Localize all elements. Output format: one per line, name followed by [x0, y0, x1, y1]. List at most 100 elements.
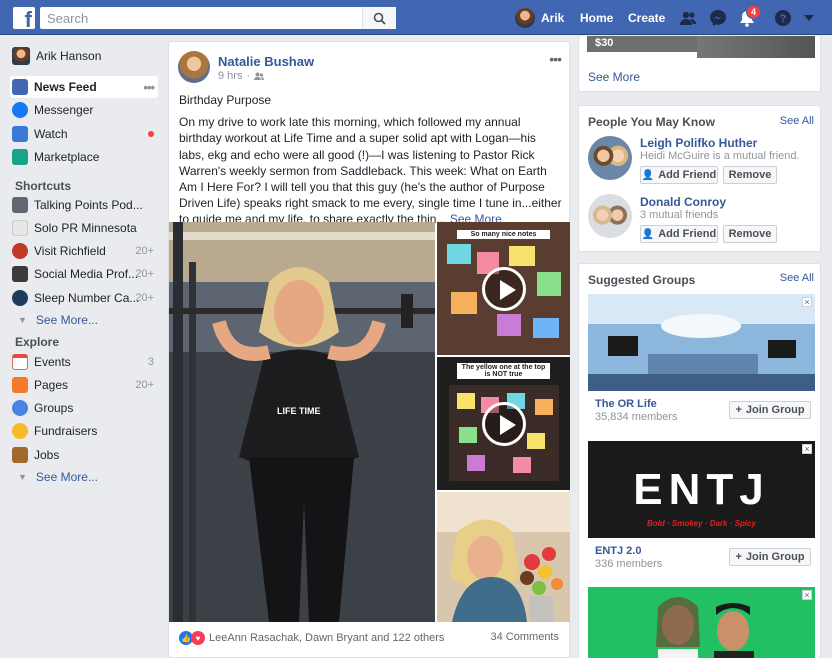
sidebar-item-pages[interactable]: Pages 20+: [12, 374, 160, 396]
shortcut-item[interactable]: Sleep Number Ca... 20+: [12, 287, 160, 309]
home-link[interactable]: Home: [580, 11, 613, 25]
sidebar-item-events[interactable]: Events 3: [12, 351, 160, 373]
group-name[interactable]: The OR Life: [595, 398, 657, 410]
sidebar-item-jobs[interactable]: Jobs: [12, 444, 160, 466]
add-friend-button[interactable]: 👤 Add Friend: [640, 225, 718, 243]
shortcut-label: Social Media Prof...: [34, 267, 139, 281]
avatar: [12, 47, 30, 65]
post-title-line: Birthday Purpose: [179, 93, 272, 107]
sidebar-item-news-feed[interactable]: News Feed •••: [10, 76, 158, 98]
join-group-button[interactable]: + Join Group: [729, 401, 811, 419]
svg-text:?: ?: [780, 13, 787, 25]
plus-icon: +: [735, 404, 742, 416]
shortcut-count: 20+: [135, 292, 154, 304]
person-name[interactable]: Leigh Polifko Huther: [640, 136, 757, 150]
sidebar-item-watch[interactable]: Watch: [12, 123, 160, 145]
jobs-icon: [12, 447, 28, 463]
sidebar-item-groups[interactable]: Groups: [12, 397, 160, 419]
dismiss-icon[interactable]: ×: [802, 590, 812, 600]
sidebar-item-label: Marketplace: [34, 150, 100, 164]
group-cover-image[interactable]: ENTJ Bold · Smokey · Dark · Spicy ×: [588, 441, 815, 538]
price-tag: $30: [587, 36, 697, 52]
comments-count-link[interactable]: 34 Comments: [491, 631, 559, 643]
search-button[interactable]: [362, 7, 396, 29]
friend-requests-icon[interactable]: [679, 9, 697, 27]
shortcut-count: 20+: [135, 245, 154, 257]
group-name[interactable]: ENTJ 2.0: [595, 545, 641, 557]
friends-audience-icon[interactable]: [254, 72, 265, 81]
person-avatar[interactable]: [588, 136, 632, 180]
play-icon[interactable]: [481, 401, 526, 446]
post-options-icon[interactable]: •••: [549, 51, 562, 67]
join-group-button[interactable]: + Join Group: [729, 548, 811, 566]
shortcut-item[interactable]: Visit Richfield 20+: [12, 240, 160, 262]
post-meta: 9 hrs ·: [218, 70, 265, 82]
remove-button[interactable]: Remove: [723, 166, 777, 184]
product-image[interactable]: [697, 36, 815, 58]
group-members: 35,834 members: [595, 411, 678, 423]
play-icon[interactable]: [481, 266, 526, 311]
explore-heading: Explore: [15, 335, 60, 349]
groups-see-all[interactable]: See All: [780, 272, 814, 284]
search-input[interactable]: [40, 7, 396, 29]
shortcut-label: Sleep Number Ca...: [34, 291, 140, 305]
shortcut-label: Visit Richfield: [34, 244, 106, 258]
add-friend-button[interactable]: 👤 Add Friend: [640, 166, 718, 184]
sidebar-item-messenger[interactable]: Messenger: [12, 99, 160, 121]
pymk-see-all[interactable]: See All: [780, 115, 814, 127]
profile-name: Arik: [541, 11, 565, 25]
group-icon: [12, 220, 28, 236]
messenger-icon: [12, 102, 28, 118]
post-text: On my drive to work late this morning, w…: [179, 115, 562, 227]
create-link[interactable]: Create: [628, 11, 665, 25]
person-name[interactable]: Donald Conroy: [640, 195, 726, 209]
help-icon[interactable]: ?: [774, 9, 792, 27]
groups-icon: [12, 400, 28, 416]
remove-button[interactable]: Remove: [723, 225, 777, 243]
sidebar-profile[interactable]: Arik Hanson: [12, 45, 160, 67]
shortcut-count: 20+: [135, 268, 154, 280]
dismiss-icon[interactable]: ×: [802, 444, 812, 454]
svg-text:LIFE TIME: LIFE TIME: [277, 406, 321, 416]
reactions-text: LeeAnn Rasachak, Dawn Bryant and 122 oth…: [209, 632, 445, 644]
shortcut-item[interactable]: Social Media Prof... 20+: [12, 263, 160, 285]
group-cover-image[interactable]: ×: [588, 294, 815, 391]
post-author[interactable]: Natalie Bushaw: [218, 54, 314, 69]
sidebar-profile-label: Arik Hanson: [36, 49, 102, 63]
post-body: Birthday Purpose On my drive to work lat…: [179, 92, 562, 228]
mutual-friends-text: 3 mutual friends: [640, 209, 719, 221]
shortcut-item[interactable]: Talking Points Pod...: [12, 194, 160, 216]
shortcuts-see-more[interactable]: ▼ See More...: [18, 313, 98, 327]
post-photo-thumb-3[interactable]: [437, 492, 570, 622]
see-more-label: See More...: [35, 470, 98, 484]
operating-room-image: [588, 294, 815, 391]
post-time[interactable]: 9 hrs: [218, 70, 242, 82]
gym-photo-image: LIFE TIME: [169, 222, 435, 622]
chevron-down-icon: ▼: [18, 472, 27, 482]
person-avatar[interactable]: [588, 194, 632, 238]
events-icon: [12, 354, 28, 370]
facebook-logo[interactable]: f: [13, 7, 35, 29]
post-video-thumb-1[interactable]: So many nice notes: [437, 222, 570, 355]
group-icon: [12, 266, 28, 282]
sidebar-item-label: Pages: [34, 378, 69, 392]
reactions-summary[interactable]: 👍 ♥ LeeAnn Rasachak, Dawn Bryant and 122…: [179, 631, 444, 645]
explore-see-more[interactable]: ▼ See More...: [18, 470, 98, 484]
sidebar-item-marketplace[interactable]: Marketplace: [12, 146, 160, 168]
group-icon: [12, 290, 28, 306]
chevron-down-icon[interactable]: [803, 13, 815, 23]
post-photo-main[interactable]: LIFE TIME: [169, 222, 435, 622]
dismiss-icon[interactable]: ×: [802, 297, 812, 307]
sidebar-item-fundraisers[interactable]: Fundraisers: [12, 420, 160, 442]
post-video-thumb-2[interactable]: The yellow one at the top is NOT true: [437, 357, 570, 490]
messenger-icon[interactable]: [709, 9, 727, 27]
video-caption: The yellow one at the top is NOT true: [456, 363, 551, 379]
group-cover-image[interactable]: ×: [588, 587, 815, 658]
shortcut-item[interactable]: Solo PR Minnesota: [12, 217, 160, 239]
people-you-may-know-card: People You May Know See All Leigh Polifk…: [578, 105, 821, 252]
profile-link[interactable]: Arik: [515, 8, 564, 28]
notification-badge: 4: [746, 5, 762, 19]
author-avatar[interactable]: [178, 51, 210, 83]
more-options-icon[interactable]: •••: [143, 80, 155, 95]
see-more-link[interactable]: See More: [588, 70, 640, 84]
